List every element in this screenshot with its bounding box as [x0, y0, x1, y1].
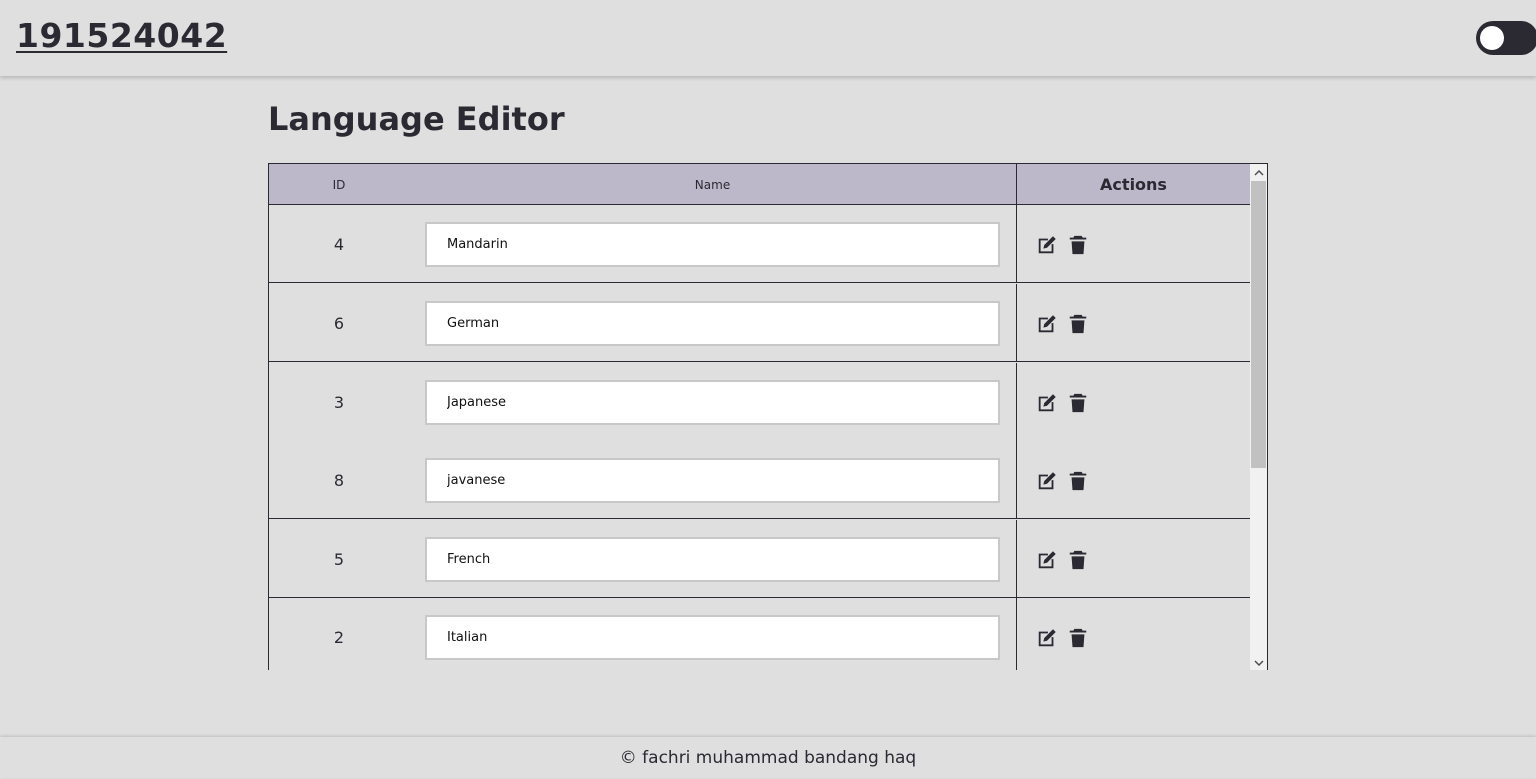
row-id: 6: [333, 314, 345, 333]
row-id: 4: [333, 235, 345, 254]
row-actions: [1016, 284, 1250, 362]
edit-icon[interactable]: [1036, 392, 1058, 414]
table-row: 8: [269, 441, 1250, 519]
page-title: Language Editor: [268, 100, 565, 138]
trash-icon[interactable]: [1067, 392, 1089, 414]
language-name-input[interactable]: [425, 222, 1000, 267]
brand-link[interactable]: 191524042: [16, 16, 227, 55]
table-row: 2: [269, 598, 1250, 670]
language-name-input[interactable]: [425, 615, 1000, 660]
trash-icon[interactable]: [1067, 470, 1089, 492]
row-id: 5: [333, 550, 345, 569]
table-scrollbar[interactable]: [1250, 164, 1267, 670]
row-actions: [1016, 520, 1250, 598]
language-name-input[interactable]: [425, 380, 1000, 425]
row-id: 3: [333, 393, 345, 412]
edit-icon[interactable]: [1036, 234, 1058, 256]
copyright-text: © fachri muhammad bandang haq: [619, 748, 917, 768]
row-actions: [1016, 441, 1250, 519]
table-row: 4: [269, 205, 1250, 283]
language-name-input[interactable]: [425, 301, 1000, 346]
language-name-input[interactable]: [425, 537, 1000, 582]
column-header-name: Name: [694, 178, 731, 192]
table-row: 5: [269, 520, 1250, 598]
trash-icon[interactable]: [1067, 234, 1089, 256]
top-navbar: 191524042: [0, 0, 1536, 76]
edit-icon[interactable]: [1036, 313, 1058, 335]
trash-icon[interactable]: [1067, 549, 1089, 571]
row-id: 2: [333, 628, 345, 647]
edit-icon[interactable]: [1036, 627, 1058, 649]
scroll-down-arrow-icon[interactable]: [1250, 654, 1267, 670]
scroll-up-arrow-icon[interactable]: [1250, 164, 1267, 181]
table-row: 6: [269, 284, 1250, 362]
trash-icon[interactable]: [1067, 627, 1089, 649]
column-header-actions: Actions: [1016, 164, 1250, 204]
toggle-knob: [1480, 26, 1504, 50]
language-table: ID Name Actions 4 6 3 8: [268, 163, 1268, 670]
edit-icon[interactable]: [1036, 549, 1058, 571]
language-name-input[interactable]: [425, 458, 1000, 503]
column-header-id: ID: [332, 178, 346, 192]
table-row: 3: [269, 363, 1250, 441]
table-header-row: ID Name Actions: [269, 164, 1250, 205]
row-id: 8: [333, 471, 345, 490]
footer: © fachri muhammad bandang haq: [0, 737, 1536, 778]
row-actions: [1016, 598, 1250, 670]
trash-icon[interactable]: [1067, 313, 1089, 335]
theme-toggle[interactable]: [1476, 21, 1536, 55]
row-actions: [1016, 363, 1250, 441]
scrollbar-thumb[interactable]: [1251, 181, 1266, 468]
row-actions: [1016, 205, 1250, 283]
edit-icon[interactable]: [1036, 470, 1058, 492]
